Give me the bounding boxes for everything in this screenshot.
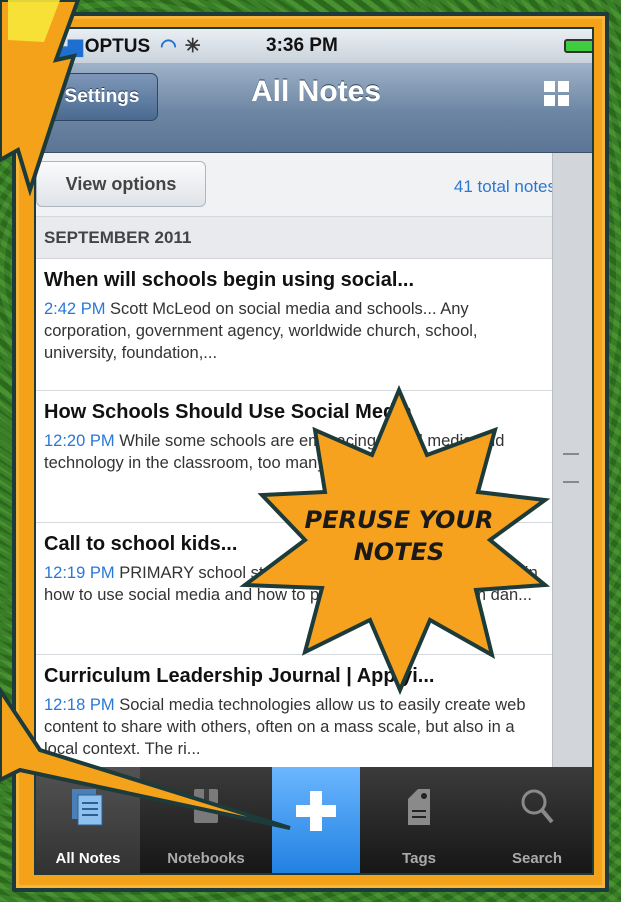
callout-text-line2: NOTES [354,538,445,566]
callout-text-line1: PERUSE YOUR [305,506,494,534]
starburst-callout: PERUSE YOUR NOTES [239,384,551,696]
